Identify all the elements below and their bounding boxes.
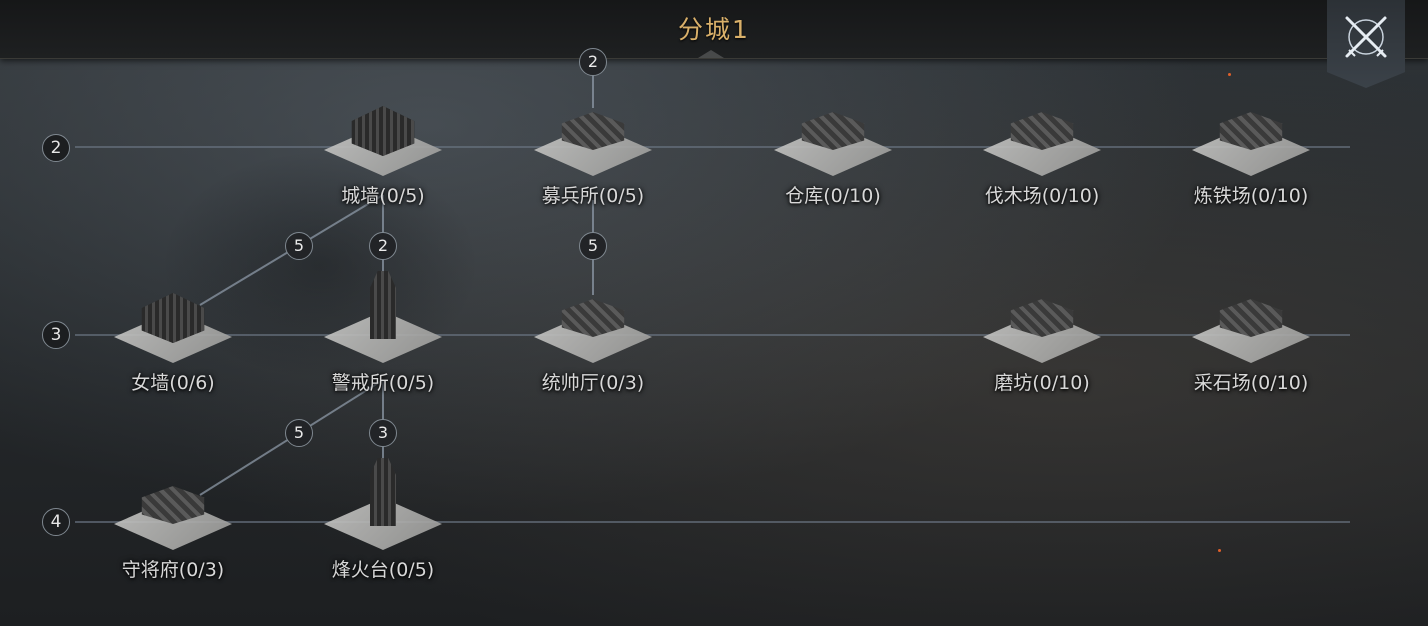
building-name: 守将府(0/3)	[121, 559, 225, 581]
watchtower-icon	[370, 271, 396, 339]
requirement-badge: 5	[285, 232, 313, 260]
building-mubingsuo[interactable]: 募兵所(0/5)	[518, 84, 668, 207]
building-mofang[interactable]: 磨坊(0/10)	[967, 271, 1117, 394]
building-shoujiangfu[interactable]: 守将府(0/3)	[98, 458, 248, 581]
building-caishichang[interactable]: 采石场(0/10)	[1176, 271, 1326, 394]
building-name: 警戒所(0/5)	[331, 372, 435, 394]
building-fenghuotai[interactable]: 烽火台(0/5)	[308, 458, 458, 581]
building-name: 烽火台(0/5)	[331, 559, 435, 581]
building-nvqiang[interactable]: 女墙(0/6)	[98, 271, 248, 394]
requirement-badge: 5	[579, 232, 607, 260]
beacon-tower-icon	[370, 458, 396, 526]
building-cangku[interactable]: 仓库(0/10)	[758, 84, 908, 207]
building-name: 仓库(0/10)	[785, 185, 881, 207]
building-name: 采石场(0/10)	[1193, 372, 1309, 394]
requirement-badge: 2	[579, 48, 607, 76]
building-tongshuaiting[interactable]: 统帅厅(0/3)	[518, 271, 668, 394]
building-name: 炼铁场(0/10)	[1193, 185, 1309, 207]
building-jingjiesuo[interactable]: 警戒所(0/5)	[308, 271, 458, 394]
building-name: 伐木场(0/10)	[984, 185, 1100, 207]
building-chengqiang[interactable]: 城墙(0/5)	[308, 84, 458, 207]
building-name: 磨坊(0/10)	[994, 372, 1090, 394]
building-name: 女墙(0/6)	[131, 372, 215, 394]
building-name: 募兵所(0/5)	[541, 185, 645, 207]
requirement-badge: 3	[369, 419, 397, 447]
requirement-badge: 2	[369, 232, 397, 260]
building-liantiechang[interactable]: 炼铁场(0/10)	[1176, 84, 1326, 207]
building-famuchang[interactable]: 伐木场(0/10)	[967, 84, 1117, 207]
building-name: 统帅厅(0/3)	[541, 372, 645, 394]
building-name: 城墙(0/5)	[341, 185, 425, 207]
requirement-badge: 5	[285, 419, 313, 447]
